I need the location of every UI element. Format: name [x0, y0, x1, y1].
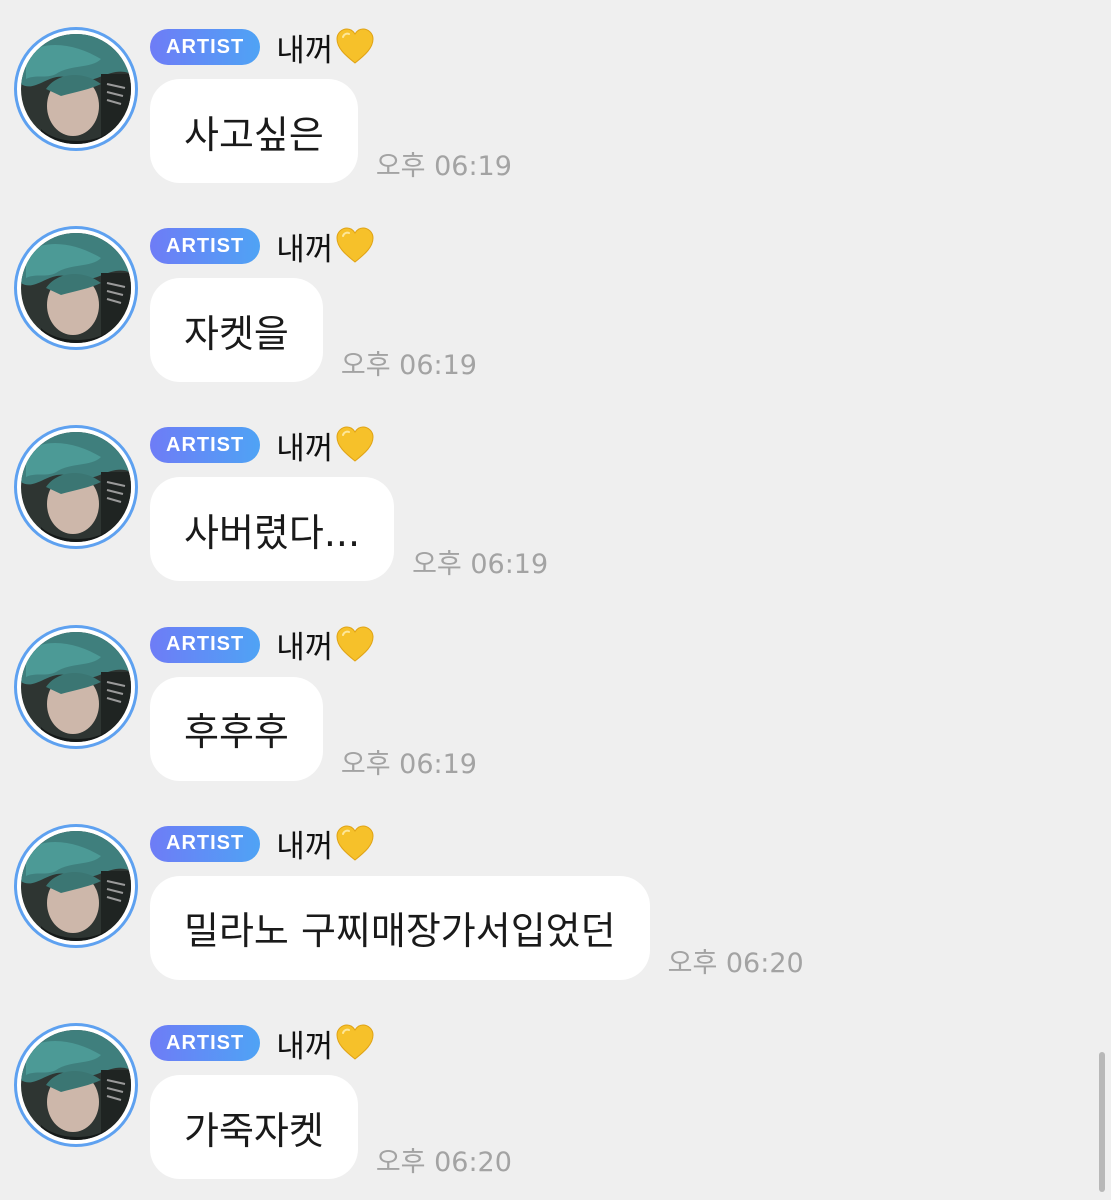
message-text: 자켓을 [184, 311, 289, 356]
message-bubble[interactable]: 사버렸다... [150, 477, 395, 582]
sender-name-label: 내꺼 [276, 430, 334, 467]
message-row: 후후후 오후 06:19 [150, 676, 477, 781]
sender-name: 내꺼 [276, 25, 375, 70]
avatar-photo [21, 1030, 131, 1140]
chat-message: ARTIST 내꺼 사버렸다... 오후 06:19 [0, 398, 1100, 588]
artist-badge-label: ARTIST [166, 832, 245, 855]
avatar[interactable] [14, 226, 138, 351]
message-text: 가죽자켓 [184, 1108, 324, 1153]
sender-name: 내꺼 [276, 423, 375, 468]
message-text: 밀라노 구찌매장가서입었던 [184, 909, 616, 954]
message-text: 사고싶은 [184, 112, 324, 157]
message-text: 후후후 [184, 710, 289, 755]
message-bubble[interactable]: 가죽자켓 [150, 1075, 358, 1179]
message-header: ARTIST 내꺼 [150, 622, 375, 667]
sender-name: 내꺼 [276, 821, 375, 866]
yellow-heart-icon [336, 825, 374, 861]
chat-message: ARTIST 내꺼 자켓을 오후 06:19 [0, 199, 1100, 389]
yellow-heart-icon [336, 426, 374, 463]
message-bubble[interactable]: 밀라노 구찌매장가서입었던 [150, 875, 650, 980]
artist-badge-label: ARTIST [166, 35, 245, 58]
message-bubble[interactable]: 후후후 [150, 676, 323, 781]
yellow-heart-icon [336, 1024, 374, 1060]
avatar-photo [21, 631, 131, 742]
avatar[interactable] [14, 27, 138, 151]
message-header: ARTIST 내꺼 [150, 25, 375, 70]
yellow-heart-icon [336, 28, 374, 64]
message-timestamp: 오후 06:20 [375, 1147, 512, 1178]
message-timestamp: 오후 06:19 [340, 748, 477, 780]
message-text: 사버렸다... [184, 510, 361, 555]
avatar-photo [21, 233, 131, 344]
artist-badge-label: ARTIST [166, 633, 245, 656]
message-timestamp: 오후 06:19 [412, 549, 549, 581]
message-header: ARTIST 내꺼 [150, 1021, 375, 1066]
artist-badge: ARTIST [150, 626, 261, 663]
avatar[interactable] [14, 823, 138, 948]
artist-badge: ARTIST [150, 427, 261, 464]
message-bubble[interactable]: 사고싶은 [150, 79, 358, 183]
sender-name: 내꺼 [276, 1021, 375, 1066]
message-row: 사버렸다... 오후 06:19 [150, 477, 549, 582]
chat-view: ARTIST 내꺼 사고싶은 오후 06:19 ARTIST 내꺼 자켓을 오후… [0, 0, 1111, 1200]
artist-badge-label: ARTIST [166, 433, 245, 456]
message-header: ARTIST 내꺼 [150, 821, 375, 866]
chat-message: ARTIST 내꺼 밀라노 구찌매장가서입었던 오후 06:20 [0, 797, 1100, 987]
artist-badge-label: ARTIST [166, 1031, 245, 1054]
sender-name-label: 내꺼 [276, 630, 334, 667]
yellow-heart-icon [336, 626, 374, 662]
avatar-photo [21, 432, 131, 543]
sender-name-label: 내꺼 [276, 32, 334, 69]
message-row: 사고싶은 오후 06:19 [150, 79, 512, 183]
message-row: 자켓을 오후 06:19 [150, 278, 477, 383]
message-row: 가죽자켓 오후 06:20 [150, 1075, 512, 1179]
chat-message: ARTIST 내꺼 사고싶은 오후 06:19 [0, 0, 1100, 190]
avatar[interactable] [14, 425, 138, 550]
yellow-heart-icon [336, 227, 374, 263]
chat-message: ARTIST 내꺼 후후후 오후 06:19 [0, 598, 1100, 788]
sender-name-label: 내꺼 [276, 231, 334, 268]
sender-name: 내꺼 [276, 622, 375, 667]
avatar-photo [21, 830, 131, 941]
scrollbar[interactable] [1099, 1052, 1105, 1192]
sender-name-label: 내꺼 [276, 829, 334, 866]
message-header: ARTIST 내꺼 [150, 224, 375, 269]
avatar[interactable] [14, 624, 138, 749]
avatar[interactable] [14, 1023, 138, 1147]
message-row: 밀라노 구찌매장가서입었던 오후 06:20 [150, 875, 804, 980]
message-timestamp: 오후 06:19 [340, 350, 477, 382]
artist-badge: ARTIST [150, 1025, 261, 1061]
message-timestamp: 오후 06:19 [375, 151, 512, 182]
sender-name-label: 내꺼 [276, 1028, 334, 1065]
artist-badge: ARTIST [150, 228, 261, 265]
message-header: ARTIST 내꺼 [150, 423, 375, 468]
artist-badge: ARTIST [150, 825, 261, 862]
message-timestamp: 오후 06:20 [667, 947, 804, 979]
artist-badge: ARTIST [150, 29, 261, 65]
avatar-photo [21, 34, 131, 144]
sender-name: 내꺼 [276, 224, 375, 269]
chat-message: ARTIST 내꺼 가죽자켓 오후 06:20 [0, 996, 1100, 1186]
artist-badge-label: ARTIST [166, 234, 245, 257]
message-bubble[interactable]: 자켓을 [150, 278, 323, 383]
